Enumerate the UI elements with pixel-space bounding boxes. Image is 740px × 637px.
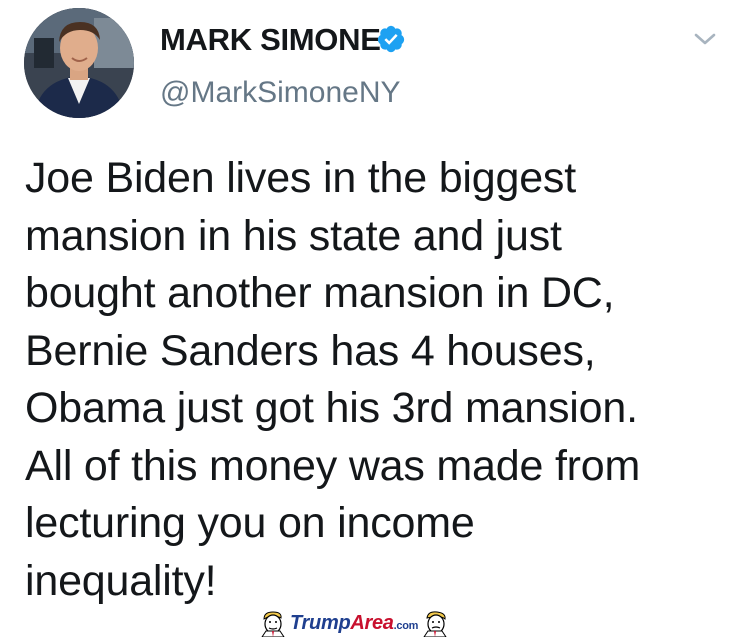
tweet-text: Joe Biden lives in the biggest mansion i… — [25, 150, 725, 610]
watermark: TrumpArea.com — [258, 609, 450, 637]
chevron-down-icon[interactable] — [692, 28, 718, 50]
tweet-line: bought another mansion in DC, — [25, 269, 615, 317]
tweet-line: inequality! — [25, 556, 217, 605]
handle[interactable]: @MarkSimoneNY — [160, 76, 401, 110]
tweet-line: All of this money was made from — [25, 441, 641, 490]
tweet-line: Obama just got his 3rd mansion. — [25, 384, 638, 432]
tweet-line: Joe Biden lives in the biggest — [25, 154, 576, 202]
tweet-line: Bernie Sanders has 4 houses, — [25, 326, 596, 375]
avatar[interactable] — [24, 8, 134, 118]
tweet-line: lecturing you on income — [25, 499, 475, 547]
trump-caricature-icon — [261, 611, 285, 637]
verified-badge-icon — [377, 25, 405, 53]
display-name[interactable]: MARK SIMONE — [160, 22, 381, 58]
trump-caricature-icon — [423, 611, 447, 637]
tweet-line: mansion in his state and just — [25, 211, 562, 260]
watermark-logo: TrumpArea.com — [290, 611, 419, 634]
